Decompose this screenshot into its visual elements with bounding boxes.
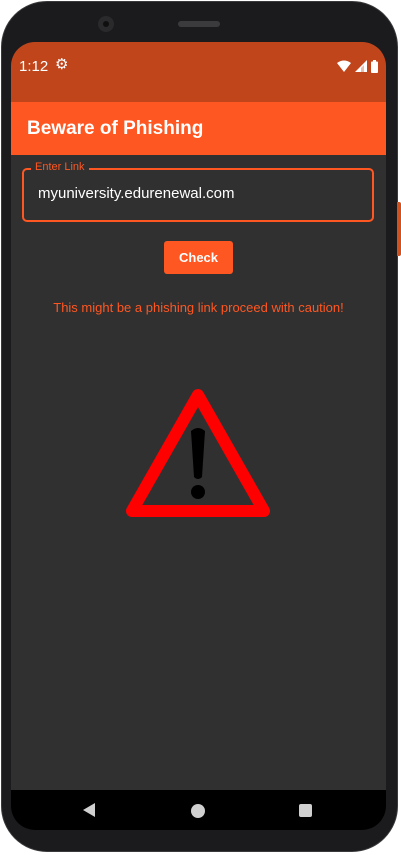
app-bar: Beware of Phishing [11,102,386,155]
phone-frame: 1:12 ⚙ Beware of Phishing Enter Link myu… [0,0,401,855]
front-camera [98,16,114,32]
status-icons [337,59,378,73]
recents-icon[interactable] [299,804,312,817]
home-icon[interactable] [191,804,205,818]
phishing-warning-message: This might be a phishing link proceed wi… [53,300,344,315]
status-bar: 1:12 ⚙ [11,42,386,102]
screen: 1:12 ⚙ Beware of Phishing Enter Link myu… [11,42,386,830]
signal-icon [355,60,367,72]
link-field[interactable]: Enter Link [22,161,374,222]
link-field-label: Enter Link [31,161,89,173]
gear-icon: ⚙ [55,56,69,73]
status-time: 1:12 [19,58,49,75]
wifi-icon [337,60,351,72]
check-button[interactable]: Check [164,241,233,274]
link-input[interactable] [38,185,358,202]
navigation-bar [11,790,386,830]
back-icon[interactable] [83,803,95,817]
warning-triangle-icon [126,389,270,517]
battery-icon [371,59,378,73]
earpiece-speaker [178,21,220,27]
app-title: Beware of Phishing [27,118,204,139]
power-button [397,202,401,256]
